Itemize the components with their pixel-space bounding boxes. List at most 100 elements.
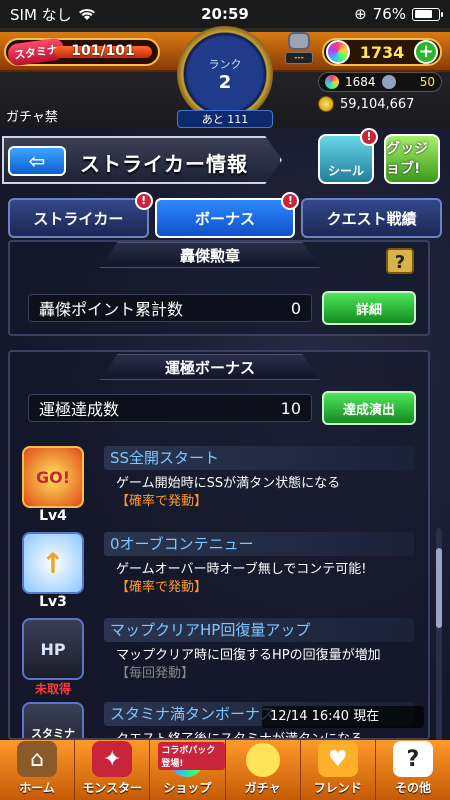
nav-other[interactable]: ? その他 bbox=[376, 740, 450, 800]
nav-monster[interactable]: ✦ モンスター bbox=[75, 740, 151, 800]
alert-icon: ! bbox=[360, 128, 378, 146]
add-orb-button[interactable]: + bbox=[414, 40, 438, 64]
collab-pack-badge: コラボパック登場! bbox=[158, 742, 225, 770]
robot-icon[interactable]: --- bbox=[285, 32, 313, 70]
clock: 20:59 bbox=[201, 5, 249, 23]
tab-striker[interactable]: ストライカー ! bbox=[8, 192, 153, 238]
tab-quest-record[interactable]: クエスト戦績 bbox=[301, 198, 443, 238]
tab-bonus[interactable]: ボーナス ! bbox=[154, 192, 300, 238]
timestamp-overlay: 12/14 16:40 現在 bbox=[262, 706, 424, 728]
nav-gacha[interactable]: ● ガチャ bbox=[226, 740, 301, 800]
bonus-item[interactable]: GO! Lv4 SS全開スタート ゲーム開始時にSSが満タン状態になる 【確率で… bbox=[22, 446, 414, 524]
coin-icon bbox=[318, 96, 334, 112]
bonus-name: 0オーブコンテニュー bbox=[104, 532, 414, 556]
stamina-value: 101/101 bbox=[71, 43, 135, 59]
orb-icon bbox=[326, 40, 350, 64]
bonus-level: 未取得 bbox=[34, 682, 71, 696]
bonus-name: SS全開スタート bbox=[104, 446, 414, 470]
nav-shop-label: ショップ bbox=[163, 781, 212, 795]
nav-home-label: ホーム bbox=[19, 781, 55, 795]
robot-tag: --- bbox=[285, 52, 313, 64]
sub-value: 50 bbox=[419, 75, 435, 89]
alert-icon: ! bbox=[281, 192, 300, 210]
striker-info-panel: ⇦ ストライカー情報 シール ! グッジョブ! ストライカー ! ボーナス ! … bbox=[0, 128, 450, 742]
nav-other-label: その他 bbox=[394, 781, 431, 795]
tab-bonus-label: ボーナス bbox=[195, 209, 256, 228]
bonus-icon-label: ↑ bbox=[41, 546, 65, 580]
bonus-desc: マップクリア時に回復するHPの回復量が増加 bbox=[116, 648, 381, 663]
bonus-level: Lv3 bbox=[39, 594, 67, 610]
bottom-nav: ⌂ ホーム ✦ モンスター コラボパック登場! ● ショップ ● ガチャ ♥ フ… bbox=[0, 740, 450, 800]
orb-small-icon bbox=[325, 75, 339, 89]
stamina-gauge[interactable]: スタミナ 101/101 bbox=[4, 37, 160, 67]
tab-quest-label: クエスト戦績 bbox=[326, 209, 417, 228]
seal-label: シール bbox=[327, 164, 364, 178]
question-icon: ? bbox=[392, 741, 433, 777]
bonus-desc: ゲーム開始時にSSが満タン状態になる bbox=[116, 476, 341, 491]
goodjob-label: グッジョブ! bbox=[386, 140, 428, 177]
luck-count-row: 運極達成数 10 bbox=[28, 394, 312, 422]
bonus-item[interactable]: ↑ Lv3 0オーブコンテニュー ゲームオーバー時オーブ無しでコンテ可能! 【確… bbox=[22, 532, 414, 610]
goodjob-button[interactable]: グッジョブ! bbox=[384, 134, 440, 184]
tab-bar: ストライカー ! ボーナス ! クエスト戦績 bbox=[8, 192, 443, 238]
bonus-desc: ゲームオーバー時オーブ無しでコンテ可能! bbox=[116, 562, 367, 577]
friend-icon: ♥ bbox=[317, 741, 358, 777]
arrow-left-icon: ⇦ bbox=[28, 149, 46, 173]
page-title: ストライカー情報 bbox=[80, 152, 248, 176]
scrollbar[interactable] bbox=[436, 528, 442, 742]
bonus-note: 【確率で発動】 bbox=[116, 494, 208, 509]
gacha-ban-label: ガチャ禁 bbox=[6, 110, 58, 125]
bonus-name: マップクリアHP回復量アップ bbox=[104, 618, 414, 642]
swirl-icon bbox=[381, 75, 396, 89]
castle-icon: ⌂ bbox=[17, 741, 58, 777]
bonus-item[interactable]: HP 未取得 マップクリアHP回復量アップ マップクリア時に回復するHPの回復量… bbox=[22, 618, 414, 696]
go-icon: GO! bbox=[22, 446, 84, 508]
orb-counter[interactable]: 1734 + bbox=[322, 38, 442, 66]
tab-striker-label: ストライカー bbox=[33, 209, 124, 228]
luck-count-value: 10 bbox=[280, 398, 301, 418]
monster-icon: ✦ bbox=[92, 741, 133, 777]
seal-button[interactable]: シール ! bbox=[318, 128, 378, 184]
orb-count: 1734 bbox=[359, 42, 405, 62]
bonus-icon-label: GO! bbox=[35, 467, 71, 487]
gold-counter: 59,104,667 bbox=[318, 94, 442, 114]
top-hud: スタミナ 101/101 ランク 2 あと 111 --- 1734 + 168… bbox=[0, 26, 450, 128]
stamina-icon: スタミナ bbox=[22, 702, 84, 738]
bonus-icon-label: スタミナ bbox=[31, 727, 75, 738]
medal-points-row: 轟傑ポイント累計数 0 bbox=[28, 294, 312, 322]
nav-gacha-label: ガチャ bbox=[244, 781, 281, 795]
nav-friend-label: フレンド bbox=[313, 781, 362, 795]
luck-section-title: 運極ボーナス bbox=[100, 354, 320, 380]
rank-badge: ランク 2 あと 111 bbox=[177, 26, 273, 128]
medal-points-value: 0 bbox=[290, 298, 301, 318]
scrollbar-thumb[interactable] bbox=[436, 548, 442, 628]
rank-label: ランク bbox=[208, 57, 242, 71]
medal-points-label: 轟傑ポイント累計数 bbox=[39, 300, 184, 319]
nav-shop[interactable]: コラボパック登場! ● ショップ bbox=[150, 740, 226, 800]
winged-arrow-icon: ↑ bbox=[22, 532, 84, 594]
rank-value: 2 bbox=[218, 71, 232, 93]
nav-monster-label: モンスター bbox=[82, 781, 143, 795]
nav-friend[interactable]: ♥ フレンド bbox=[301, 740, 376, 800]
bonus-note: 【確率で発動】 bbox=[116, 580, 208, 595]
luck-count-label: 運極達成数 bbox=[39, 400, 120, 419]
bonus-level: Lv4 bbox=[39, 508, 67, 524]
detail-button[interactable]: 詳細 bbox=[322, 291, 416, 325]
alert-icon: ! bbox=[134, 192, 153, 210]
sub-orbs: 1684 bbox=[345, 75, 376, 89]
achievement-effect-button[interactable]: 達成演出 bbox=[322, 391, 416, 425]
egg-icon: ● bbox=[245, 743, 280, 777]
bonus-icon-label: HP bbox=[40, 639, 66, 659]
back-button[interactable]: ⇦ bbox=[8, 146, 66, 176]
medal-section-title: 轟傑勲章 bbox=[100, 242, 320, 268]
help-button[interactable]: ? bbox=[386, 248, 414, 274]
bonus-note: 【毎回発動】 bbox=[116, 666, 195, 681]
battery-icon bbox=[412, 7, 443, 21]
gold-value: 59,104,667 bbox=[340, 96, 415, 112]
hp-icon: HP bbox=[22, 618, 84, 680]
orb-detail: 1684 50 bbox=[318, 72, 442, 92]
bonus-desc: クエスト終了後にスタミナが満タンになる bbox=[116, 728, 363, 738]
nav-home[interactable]: ⌂ ホーム bbox=[0, 740, 76, 800]
status-bar: SIM なし 20:59 ⊕ 76% bbox=[0, 0, 450, 28]
rank-next: あと 111 bbox=[177, 110, 273, 128]
